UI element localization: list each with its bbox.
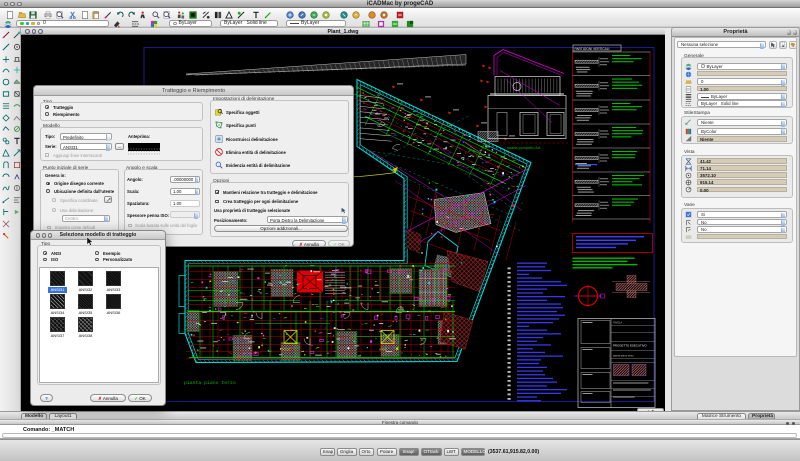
- svg-text:9*9.9*: 9*9.9*: [379, 347, 388, 351]
- svg-text:9*9.9*: 9*9.9*: [282, 347, 291, 351]
- svg-text:pianta piano terzo: pianta piano terzo: [184, 380, 236, 386]
- svg-text:TAVOLA: TAVOLA: [613, 321, 622, 324]
- svg-text:pianta piano terzo: pianta piano terzo: [613, 353, 634, 357]
- svg-text:strada prospetto AA: strada prospetto AA: [507, 146, 541, 150]
- svg-text:PROGETTO ESECUTIVO: PROGETTO ESECUTIVO: [613, 343, 647, 347]
- svg-text:PARTIZIONI VERTICALI: PARTIZIONI VERTICALI: [575, 47, 610, 51]
